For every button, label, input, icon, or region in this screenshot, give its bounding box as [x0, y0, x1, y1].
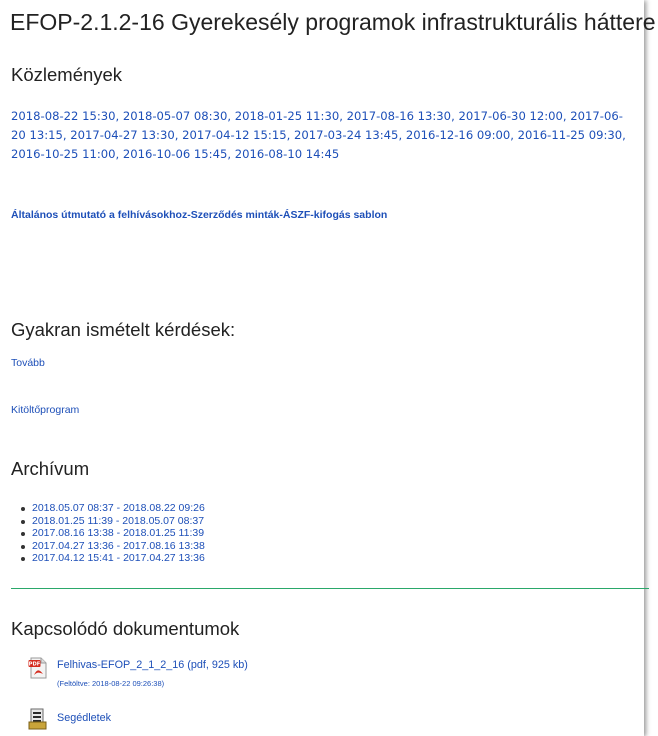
announcement-date-link[interactable]: 2016-12-16 09:00 [406, 128, 510, 142]
page-title: EFOP-2.1.2-16 Gyerekesély programok infr… [10, 9, 656, 35]
document-link[interactable]: Segédletek [57, 712, 111, 724]
announcement-date-link[interactable]: 2017-04-27 13:30 [70, 128, 174, 142]
archive-item[interactable]: 2018.01.25 11:39 - 2018.05.07 08:37 [21, 515, 205, 528]
announcement-date-link[interactable]: 2016-08-10 14:45 [235, 147, 339, 161]
related-documents-heading: Kapcsolódó dokumentumok [11, 618, 240, 639]
announcement-date-link[interactable]: 2016-10-06 15:45 [123, 147, 227, 161]
archive-heading: Archívum [11, 458, 90, 479]
archive-list: 2018.05.07 08:37 - 2018.08.22 09:26 2018… [21, 502, 205, 565]
announcement-date-link[interactable]: 2016-11-25 09:30 [518, 128, 622, 142]
announcement-date-link[interactable]: 2017-06-30 12:00 [458, 109, 562, 123]
announcements-heading: Közlemények [11, 64, 123, 85]
date-separator: , [227, 109, 235, 123]
archive-item[interactable]: 2017.04.12 15:41 - 2017.04.27 13:36 [21, 552, 205, 565]
announcement-date-link[interactable]: 2018-01-25 11:30 [235, 109, 339, 123]
date-separator: , [286, 128, 294, 142]
announcement-date-link[interactable]: 2018-05-07 08:30 [123, 109, 227, 123]
date-separator: , [339, 109, 347, 123]
archive-item[interactable]: 2017.04.27 13:36 - 2017.08.16 13:38 [21, 540, 205, 553]
form-filler-program-link[interactable]: Kitöltőprogram [11, 404, 79, 416]
date-separator: , [622, 128, 626, 142]
announcement-date-link[interactable]: 2017-08-16 13:30 [347, 109, 451, 123]
announcement-date-link[interactable]: 2018-08-22 15:30 [11, 109, 115, 123]
folder-document-icon[interactable] [28, 708, 48, 730]
upload-timestamp: (Feltöltve: 2018-08-22 09:26:38) [57, 679, 165, 688]
announcement-date-links: 2018-08-22 15:30, 2018-05-07 08:30, 2018… [11, 107, 636, 164]
date-separator: , [115, 147, 123, 161]
general-guide-link[interactable]: Általános útmutató a felhívásokhoz-Szerz… [11, 209, 387, 221]
announcement-date-link[interactable]: 2017-03-24 13:45 [294, 128, 398, 142]
date-separator: , [115, 109, 123, 123]
announcement-date-link[interactable]: 2017-04-12 15:15 [182, 128, 286, 142]
date-separator: , [174, 128, 183, 142]
pdf-icon[interactable]: PDF [28, 657, 48, 679]
archive-item[interactable]: 2017.08.16 13:38 - 2018.01.25 11:39 [21, 527, 205, 540]
announcement-date-link[interactable]: 2016-10-25 11:00 [11, 147, 115, 161]
content-page: EFOP-2.1.2-16 Gyerekesély programok infr… [0, 0, 656, 736]
document-link[interactable]: Felhivas-EFOP_2_1_2_16 (pdf, 925 kb) [57, 659, 248, 671]
svg-text:PDF: PDF [29, 662, 41, 668]
faq-heading: Gyakran ismételt kérdések: [11, 319, 236, 340]
archive-item[interactable]: 2018.05.07 08:37 - 2018.08.22 09:26 [21, 502, 205, 515]
date-separator: , [510, 128, 518, 142]
section-divider [11, 588, 649, 589]
date-separator: , [227, 147, 235, 161]
faq-more-link[interactable]: Tovább [11, 357, 45, 369]
date-separator: , [398, 128, 406, 142]
